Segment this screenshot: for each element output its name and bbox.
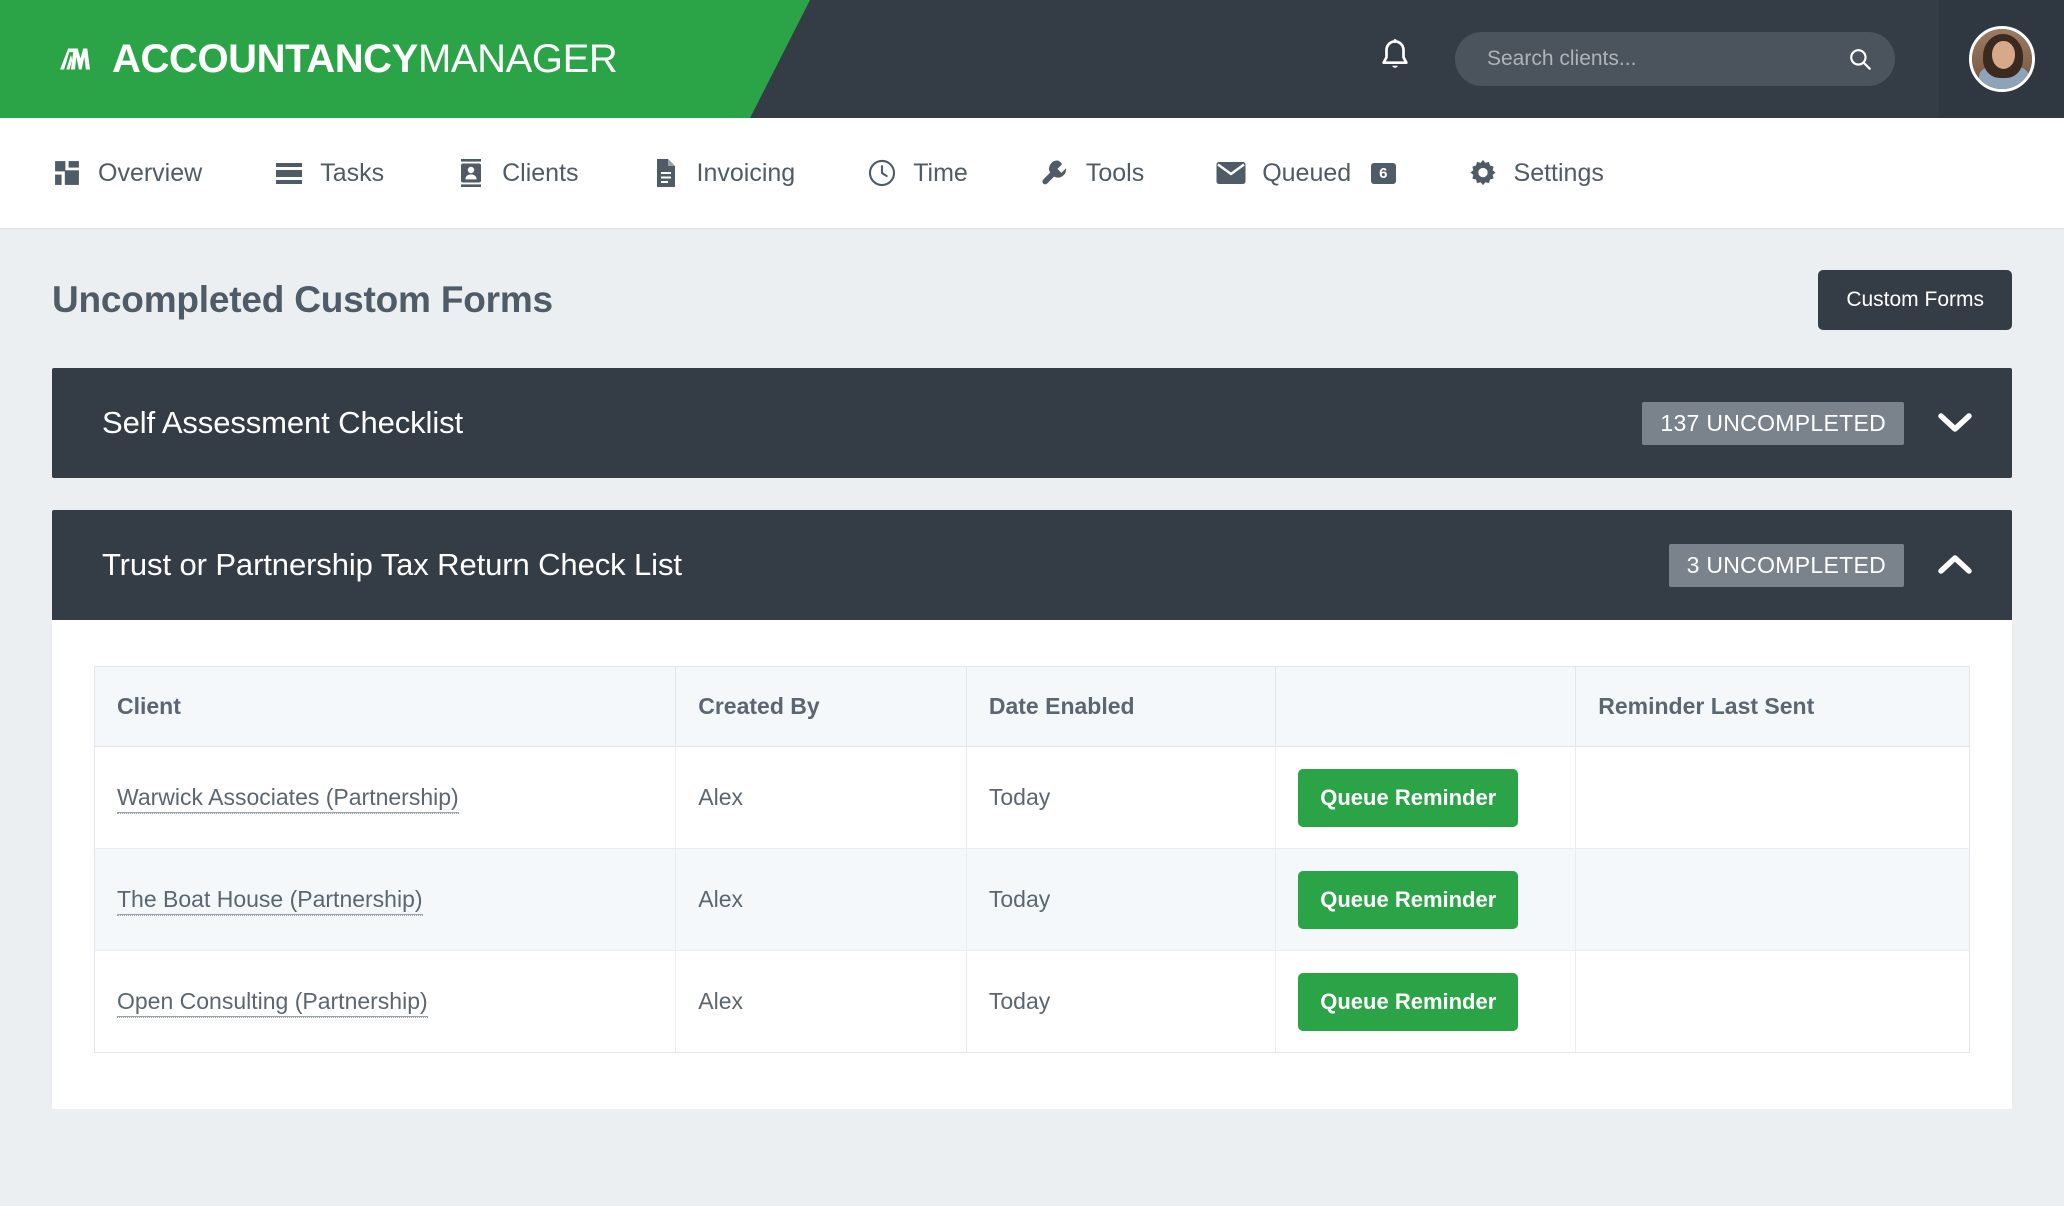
accordion-trust-or-partnership-tax-return-check-list: Trust or Partnership Tax Return Check Li…	[52, 510, 2012, 1109]
queue-reminder-button[interactable]: Queue Reminder	[1298, 972, 1519, 1031]
nav-badge-queued: 6	[1371, 162, 1396, 184]
main-content: Uncompleted Custom Forms Custom Forms Se…	[0, 228, 2064, 1109]
header-actions	[1363, 0, 2064, 118]
cell-date-enabled: Today	[966, 950, 1277, 1053]
brand-wordmark: ACCOUNTANCYMANAGER	[112, 36, 618, 82]
bell-icon	[1378, 38, 1412, 81]
page-header: Uncompleted Custom Forms Custom Forms	[52, 270, 2012, 330]
top-header-bar: ACCOUNTANCYMANAGER	[0, 0, 2064, 118]
cell-action: Queue Reminder	[1275, 848, 1577, 951]
cell-reminder-last-sent	[1575, 950, 1970, 1053]
cell-client: The Boat House (Partnership)	[94, 848, 677, 951]
nav-item-clients[interactable]: Clients	[456, 158, 579, 188]
table-body: Warwick Associates (Partnership) Alex To…	[94, 746, 1970, 1053]
brand-logo[interactable]: ACCOUNTANCYMANAGER	[0, 0, 618, 118]
avatar	[1968, 26, 2035, 92]
queue-reminder-button[interactable]: Queue Reminder	[1298, 870, 1519, 929]
envelope-icon	[1216, 158, 1246, 188]
accordion-self-assessment-checklist: Self Assessment Checklist 137 UNCOMPLETE…	[52, 368, 2012, 478]
brand-name-light: MANAGER	[417, 36, 618, 81]
uncompleted-count-badge: 137 UNCOMPLETED	[1642, 401, 1904, 445]
nav-label-invoicing: Invoicing	[696, 158, 796, 187]
nav-item-tasks[interactable]: Tasks	[274, 158, 384, 188]
nav-item-time[interactable]: Time	[867, 158, 968, 188]
client-link[interactable]: Open Consulting (Partnership)	[117, 988, 428, 1018]
chevron-down-icon[interactable]	[1938, 406, 1972, 440]
clock-icon	[867, 158, 897, 188]
nav-label-overview: Overview	[98, 158, 203, 187]
table-row: Open Consulting (Partnership) Alex Today…	[94, 950, 1970, 1053]
custom-forms-button[interactable]: Custom Forms	[1818, 270, 2012, 330]
list-lines-icon	[274, 158, 304, 188]
uncompleted-forms-table: Client Created By Date Enabled Reminder …	[94, 666, 1970, 1053]
table-header-row: Client Created By Date Enabled Reminder …	[94, 666, 1970, 747]
nav-item-queued[interactable]: Queued 6	[1216, 158, 1396, 188]
accordion-header-right: 137 UNCOMPLETED	[1642, 401, 1972, 445]
column-header-reminder-last-sent: Reminder Last Sent	[1575, 666, 1970, 747]
am-monogram-logo-icon	[60, 44, 90, 74]
nav-item-tools[interactable]: Tools	[1040, 158, 1144, 188]
accordion-header-right: 3 UNCOMPLETED	[1668, 543, 1972, 587]
nav-label-clients: Clients	[502, 158, 579, 187]
search-icon[interactable]	[1847, 46, 1873, 72]
user-menu-button[interactable]	[1939, 0, 2064, 118]
document-icon	[651, 158, 681, 188]
nav-label-time: Time	[913, 158, 968, 187]
column-header-created-by: Created By	[675, 666, 967, 747]
avatar-face	[1991, 41, 2015, 69]
contact-card-icon	[456, 158, 486, 188]
nav-label-tools: Tools	[1085, 158, 1145, 187]
nav-label-queued: Queued	[1262, 158, 1352, 187]
page-title: Uncompleted Custom Forms	[52, 279, 553, 320]
accordion-title: Self Assessment Checklist	[102, 405, 464, 440]
wrench-icon	[1040, 158, 1070, 188]
column-header-action	[1275, 666, 1577, 747]
nav-label-tasks: Tasks	[320, 158, 385, 187]
search-input[interactable]	[1455, 32, 1895, 86]
cell-date-enabled: Today	[966, 746, 1277, 849]
column-header-client: Client	[94, 666, 677, 747]
accordion-title: Trust or Partnership Tax Return Check Li…	[102, 547, 682, 582]
table-head: Client Created By Date Enabled Reminder …	[94, 666, 1970, 747]
cell-date-enabled: Today	[966, 848, 1277, 951]
cell-action: Queue Reminder	[1275, 950, 1577, 1053]
client-search	[1455, 32, 1895, 86]
client-link[interactable]: Warwick Associates (Partnership)	[117, 784, 459, 814]
table-row: The Boat House (Partnership) Alex Today …	[94, 848, 1970, 951]
cell-created-by: Alex	[675, 950, 967, 1053]
nav-item-invoicing[interactable]: Invoicing	[651, 158, 796, 188]
accordion-body: Client Created By Date Enabled Reminder …	[52, 620, 2012, 1109]
cell-action: Queue Reminder	[1275, 746, 1577, 849]
accordion-header-self-assessment-checklist[interactable]: Self Assessment Checklist 137 UNCOMPLETE…	[52, 368, 2012, 478]
cell-client: Warwick Associates (Partnership)	[94, 746, 677, 849]
nav-item-settings[interactable]: Settings	[1468, 158, 1604, 188]
main-navigation: Overview Tasks Clients Invoicing Time To…	[0, 118, 2064, 228]
notifications-bell-button[interactable]	[1363, 27, 1427, 91]
chevron-up-icon[interactable]	[1938, 548, 1972, 582]
nav-label-settings: Settings	[1513, 158, 1604, 187]
queue-reminder-button[interactable]: Queue Reminder	[1298, 768, 1519, 827]
table-row: Warwick Associates (Partnership) Alex To…	[94, 746, 1970, 849]
dashboard-grid-icon	[52, 158, 82, 188]
cell-created-by: Alex	[675, 848, 967, 951]
nav-item-overview[interactable]: Overview	[52, 158, 202, 188]
cell-reminder-last-sent	[1575, 848, 1970, 951]
accordion-header-trust-or-partnership[interactable]: Trust or Partnership Tax Return Check Li…	[52, 510, 2012, 620]
gear-icon	[1468, 158, 1498, 188]
uncompleted-count-badge: 3 UNCOMPLETED	[1668, 543, 1904, 587]
cell-reminder-last-sent	[1575, 746, 1970, 849]
cell-created-by: Alex	[675, 746, 967, 849]
client-link[interactable]: The Boat House (Partnership)	[117, 886, 423, 916]
cell-client: Open Consulting (Partnership)	[94, 950, 677, 1053]
brand-name-bold: ACCOUNTANCY	[112, 36, 418, 81]
column-header-date-enabled: Date Enabled	[966, 666, 1277, 747]
